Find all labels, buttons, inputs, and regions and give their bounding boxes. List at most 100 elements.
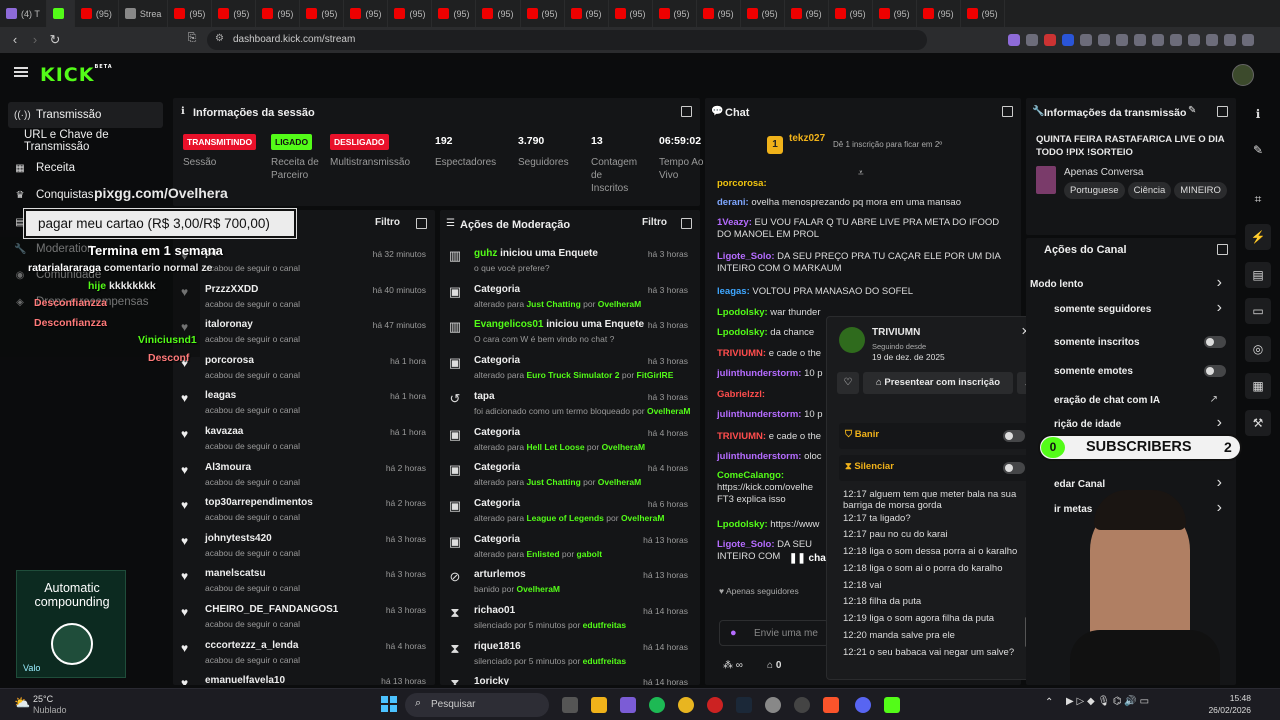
moderation-row[interactable]: ▣ Categoria alterado para League of Legend… [448, 495, 688, 531]
browser-tab[interactable] [46, 0, 75, 27]
popout-icon[interactable] [1217, 244, 1228, 255]
app-icon[interactable] [620, 697, 636, 713]
browser-tab[interactable]: (95) [300, 0, 345, 27]
popout-icon[interactable] [1002, 106, 1013, 117]
follower-row[interactable]: ♥ johnytests420 acabou de seguir o canal há… [181, 530, 426, 566]
bookmark-icon[interactable]: ⎘ [181, 32, 203, 45]
tag-chip[interactable]: Portuguese [1064, 182, 1125, 199]
follower-row[interactable]: ♥ top30arrependimentos acabou de seguir o … [181, 494, 426, 530]
popout-icon[interactable] [681, 106, 692, 117]
chat-username[interactable]: derani: [717, 197, 749, 208]
extension-icon[interactable] [1044, 34, 1056, 46]
pencil-icon[interactable]: ✎ [1245, 137, 1271, 163]
extension-icon[interactable] [1116, 34, 1128, 46]
extension-icon[interactable] [1224, 34, 1236, 46]
browser-tab[interactable]: (95) [741, 0, 785, 27]
reload-icon[interactable]: ↻ [44, 32, 66, 48]
browser-tab[interactable]: (95) [917, 0, 961, 27]
chat-input[interactable]: ● Envie uma me [719, 620, 829, 646]
chat-message[interactable]: Ligote_Solo: DA SEU PREÇO PRA TU CAÇAR E… [717, 251, 1007, 275]
channel-action-item[interactable]: eração de chat com IA ↗ [1054, 394, 1230, 414]
chat-message[interactable]: derani: ovelha menosprezando pq mora em … [717, 197, 1007, 209]
follower-row[interactable]: ♥ porcorosa acabou de seguir o canal há 1 h… [181, 352, 426, 388]
chat-username[interactable]: julinthunderstorm: [717, 368, 801, 379]
store-icon[interactable]: ⌂ 0 [767, 660, 781, 671]
spotify-icon[interactable] [649, 697, 665, 713]
task-view-icon[interactable] [562, 697, 578, 713]
channel-action-item[interactable]: somente seguidores › [1054, 299, 1230, 323]
chat-message[interactable]: Lpodolsky: https://www [717, 519, 825, 531]
sidebar-item[interactable]: URL e Chave de Transmissão [8, 128, 163, 154]
moderation-row[interactable]: ▣ Categoria alterado para Just Chatting po… [448, 459, 688, 495]
extension-icon[interactable] [1026, 34, 1038, 46]
kick-logo[interactable]: KICKBETA [40, 64, 113, 86]
chat-username[interactable]: Lpodolsky: [717, 307, 768, 318]
gift-sub-button[interactable]: ⌂ Presentear com inscrição [863, 372, 1013, 394]
channel-action-item[interactable]: somente emotes [1054, 365, 1230, 385]
ban-toggle[interactable] [1003, 430, 1025, 442]
browser-tab[interactable]: (95) [432, 0, 477, 27]
browser-tab[interactable]: (95) [829, 0, 873, 27]
chat-message[interactable]: leagas: VOLTOU PRA MANASAO DO SOFEL [717, 286, 1007, 298]
tool-icon[interactable]: ⚒ [1245, 410, 1271, 436]
menu-icon[interactable] [14, 67, 28, 77]
browser-tab[interactable]: (95) [609, 0, 653, 27]
browser-tab[interactable]: (95) [785, 0, 829, 27]
browser-tab[interactable]: (95) [961, 0, 1005, 27]
chat-bubble-icon[interactable]: ▭ [1245, 298, 1271, 324]
extension-icon[interactable] [1242, 34, 1254, 46]
extension-icon[interactable] [1080, 34, 1092, 46]
info-icon[interactable]: ℹ [1245, 101, 1271, 127]
moderation-row[interactable]: ⧗ richao01 silenciado por 5 minutos por ed… [448, 602, 688, 638]
follow-heart-button[interactable]: ♡ [837, 372, 859, 394]
taskbar-search[interactable]: ⌕ Pesquisar [405, 693, 549, 717]
chevron-right-icon[interactable]: › [1217, 299, 1222, 317]
avatar[interactable] [1232, 64, 1254, 86]
tray-chevron-icon[interactable]: ⌃ [1045, 697, 1053, 708]
chat-message[interactable]: Lpodolsky: da chance [717, 327, 825, 339]
address-bar[interactable]: ⚙ dashboard.kick.com/stream [207, 30, 927, 50]
chat-message[interactable]: TRIVIUMN: e cade o the [717, 348, 825, 360]
chat-username[interactable]: TRIVIUMN: [717, 431, 766, 442]
tag-chip[interactable]: Ciência [1127, 182, 1172, 199]
moderation-row[interactable]: ▣ Categoria alterado para Just Chatting po… [448, 281, 688, 317]
moderation-row[interactable]: ▣ Categoria alterado para Euro Truck Simul… [448, 352, 688, 388]
moderation-row[interactable]: ↺ tapa foi adicionado como um termo bloque… [448, 388, 691, 424]
follower-row[interactable]: ♥ cccortezzz_a_lenda acabou de seguir o ca… [181, 637, 426, 673]
chat-username[interactable]: Lpodolsky: [717, 327, 768, 338]
layout-icon[interactable]: ▦ [1245, 373, 1271, 399]
opera-icon[interactable] [707, 697, 723, 713]
browser-tab[interactable]: (95) [256, 0, 301, 27]
browser-tab[interactable]: Strea [119, 0, 169, 27]
moderation-row[interactable]: ▣ Categoria alterado para Hell Let Loose p… [448, 424, 688, 460]
extension-icon[interactable] [1170, 34, 1182, 46]
extension-icon[interactable] [1008, 34, 1020, 46]
chat-username[interactable]: Ligote_Solo: [717, 539, 775, 550]
extension-icon[interactable] [1062, 34, 1074, 46]
kick-app-icon[interactable] [884, 697, 900, 713]
chevron-right-icon[interactable]: › [1217, 274, 1222, 292]
browser-tab[interactable]: (95) [476, 0, 521, 27]
site-info-icon[interactable]: ⚙ [215, 33, 224, 44]
browser-tab[interactable]: (95) [212, 0, 257, 27]
follower-row[interactable]: ♥ kavazaa acabou de seguir o canal há 1 hor… [181, 423, 426, 459]
browser-tab[interactable]: (95) [653, 0, 697, 27]
browser-tab[interactable]: (95) [168, 0, 213, 27]
channel-action-item[interactable]: somente inscritos [1054, 336, 1230, 356]
emote-icon[interactable]: ⁂ ∞ [723, 660, 743, 671]
extension-icon[interactable] [1188, 34, 1200, 46]
browser-tab[interactable]: (95) [873, 0, 917, 27]
moderation-row[interactable]: ⊘ arturlemos banido por OvelheraM há 13 hor… [448, 566, 688, 602]
browser-tab[interactable]: (95) [697, 0, 741, 27]
chat-username[interactable]: leagas: [717, 286, 750, 297]
extension-icon[interactable] [1134, 34, 1146, 46]
moderation-row[interactable]: ▥ Evangelicos01 iniciou uma Enquete O cara… [448, 316, 688, 352]
popout-icon[interactable] [681, 218, 692, 229]
chat-username[interactable]: ComeCalango: [717, 470, 784, 481]
follower-row[interactable]: ♥ leagas acabou de seguir o canal há 1 hora [181, 387, 426, 423]
browser-tab[interactable]: (95) [344, 0, 389, 27]
moderation-filter-button[interactable]: Filtro [642, 217, 667, 228]
chrome-icon[interactable] [678, 697, 694, 713]
app-icon[interactable] [794, 697, 810, 713]
notes-icon[interactable]: ▤ [1245, 262, 1271, 288]
